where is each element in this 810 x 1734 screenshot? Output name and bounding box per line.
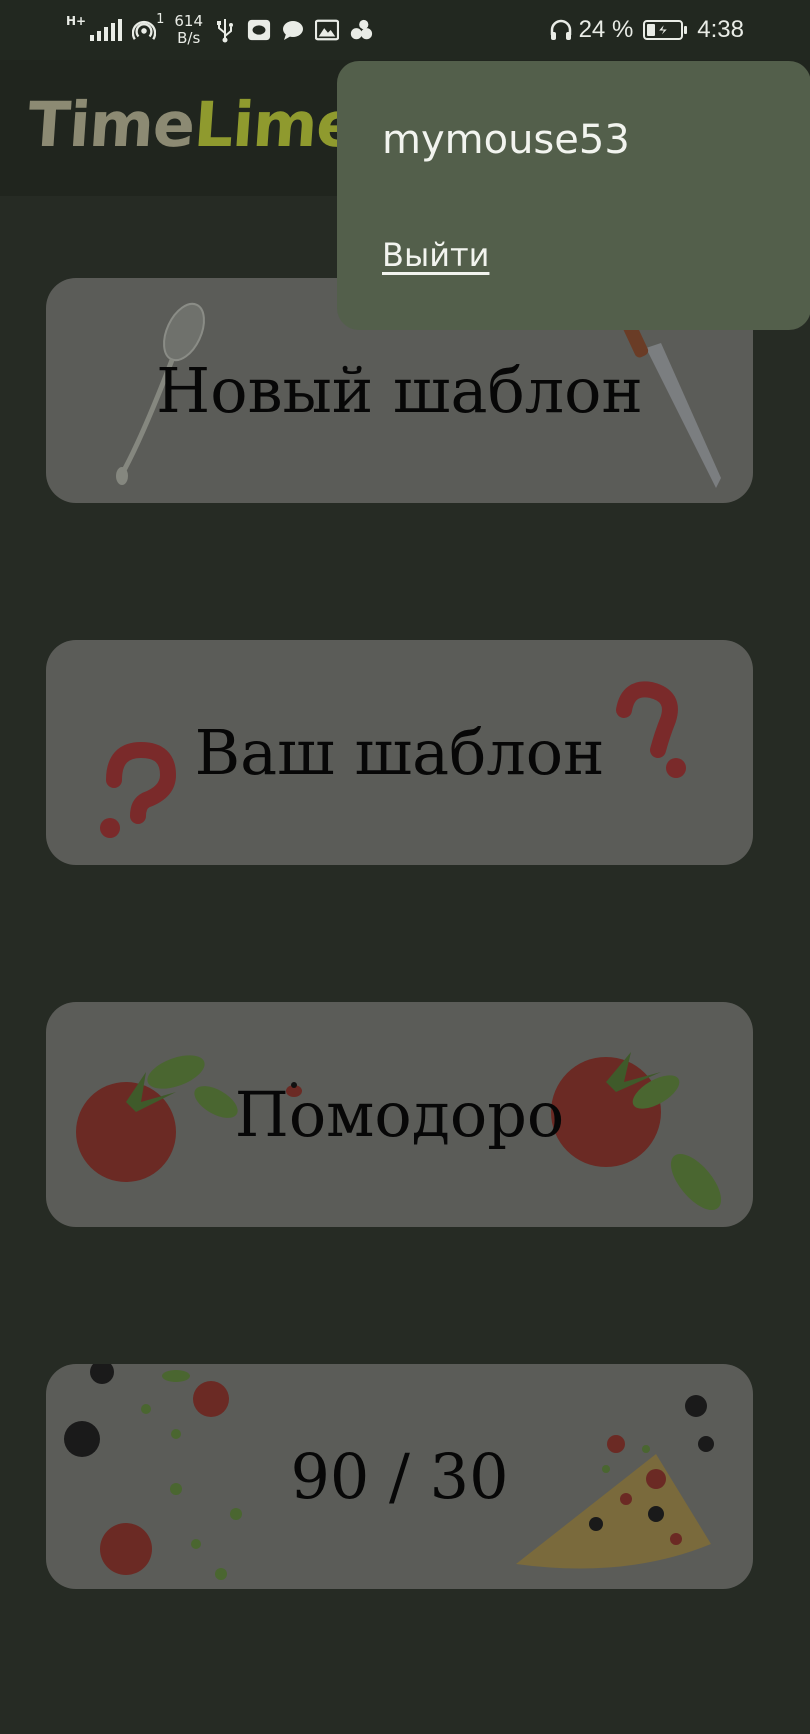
account-popup-menu: mymouse53 Выйти	[337, 61, 810, 330]
net-speed-unit: B/s	[177, 29, 201, 47]
apps-icon	[349, 18, 373, 42]
battery-percent: 24 %	[578, 16, 634, 43]
your-template-label: Ваш шаблон	[194, 716, 605, 789]
hotspot-icon	[132, 18, 157, 42]
status-bar-right: 24 % 4:38	[549, 12, 744, 48]
pomodoro-button[interactable]: Помодоро	[46, 1002, 753, 1227]
gallery-icon	[315, 18, 340, 42]
net-speed-value: 614	[174, 12, 204, 30]
signal-strength-icon	[90, 19, 123, 41]
status-bar-left: H+ 1 614 B/s	[66, 12, 373, 48]
logo-part-lime: Lime	[191, 88, 361, 161]
sim-index-label: 1	[156, 12, 165, 27]
usb-icon	[213, 18, 237, 43]
your-template-button[interactable]: Ваш шаблон	[46, 640, 753, 865]
status-bar: H+ 1 614 B/s 24 % 4:38	[0, 0, 810, 60]
net-speed: 614 B/s	[174, 13, 203, 47]
logout-link[interactable]: Выйти	[382, 236, 489, 274]
network-type-label: H+	[66, 14, 87, 28]
app-logo: TimeLime	[25, 88, 360, 161]
pomodoro-label: Помодоро	[234, 1078, 565, 1151]
logo-part-time: Time	[25, 88, 197, 161]
username-label: mymouse53	[382, 117, 630, 163]
chat-icon	[281, 18, 305, 42]
battery-charging-icon	[643, 20, 688, 40]
ninety-thirty-button[interactable]: 90 / 30	[46, 1364, 753, 1589]
ninety-thirty-label: 90 / 30	[290, 1440, 509, 1513]
screen-record-icon	[247, 18, 271, 42]
clock: 4:38	[697, 16, 744, 43]
headphones-icon	[549, 18, 573, 42]
